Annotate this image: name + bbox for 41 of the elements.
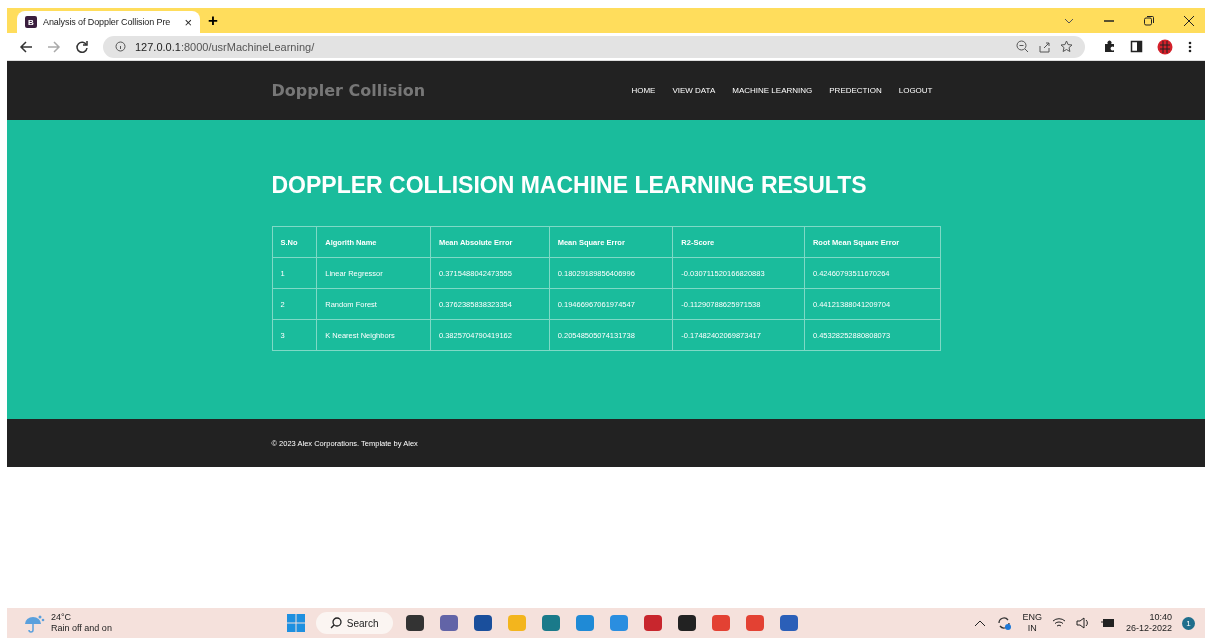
nav-link[interactable]: LOGOUT bbox=[898, 86, 933, 95]
url-text: 127.0.0.1:8000/usrMachineLearning/ bbox=[135, 40, 315, 53]
info-icon bbox=[115, 41, 126, 52]
notification-badge[interactable]: 1 bbox=[1182, 616, 1195, 630]
puzzle-icon[interactable] bbox=[1103, 40, 1116, 53]
browser-tab[interactable]: B Analysis of Doppler Collision Pre × bbox=[17, 11, 200, 33]
address-bar[interactable]: 127.0.0.1:8000/usrMachineLearning/ bbox=[103, 35, 1085, 58]
new-tab-button[interactable]: + bbox=[208, 10, 218, 31]
close-icon[interactable] bbox=[1183, 14, 1195, 27]
favicon: B bbox=[25, 16, 37, 28]
nav-link[interactable]: VIEW DATA bbox=[672, 86, 716, 95]
search-icon bbox=[329, 617, 342, 629]
region-text[interactable]: IN bbox=[1027, 623, 1037, 634]
clock-time[interactable]: 10:40 bbox=[1149, 612, 1172, 623]
close-tab-button[interactable]: × bbox=[184, 14, 192, 30]
side-panel-icon[interactable] bbox=[1130, 40, 1143, 53]
more-icon[interactable] bbox=[1187, 39, 1193, 54]
page-heading: DOPPLER COLLISION MACHINE LEARNING RESULTS bbox=[271, 172, 868, 199]
battery-icon[interactable] bbox=[1099, 617, 1116, 629]
restore-icon[interactable] bbox=[1143, 14, 1155, 27]
taskbar-search[interactable]: Search bbox=[315, 612, 393, 634]
tab-title: Analysis of Doppler Collision Pre bbox=[43, 17, 172, 27]
wifi-icon[interactable] bbox=[1051, 617, 1066, 629]
profile-avatar-icon[interactable] bbox=[1157, 38, 1173, 55]
chevron-up-icon[interactable] bbox=[974, 618, 987, 628]
star-icon[interactable] bbox=[1060, 40, 1073, 53]
nav-link[interactable]: MACHINE LEARNING bbox=[732, 86, 813, 95]
share-icon[interactable] bbox=[1038, 40, 1051, 53]
sync-icon[interactable] bbox=[996, 615, 1013, 631]
back-icon[interactable] bbox=[19, 39, 33, 54]
weather-text: Rain off and on bbox=[51, 623, 112, 634]
windows-start-icon[interactable] bbox=[285, 613, 306, 633]
temperature-text: 24°C bbox=[51, 612, 73, 623]
nav-link[interactable]: PREDECTION bbox=[829, 86, 882, 95]
zoom-out-icon[interactable] bbox=[1016, 40, 1029, 53]
site-brand[interactable]: Doppler Collision bbox=[271, 81, 426, 100]
nav-link[interactable]: HOME bbox=[631, 86, 656, 95]
language-text[interactable]: ENG bbox=[1022, 612, 1042, 623]
speaker-icon[interactable] bbox=[1075, 617, 1090, 629]
clock-date[interactable]: 26-12-2022 bbox=[1125, 623, 1172, 634]
reload-icon[interactable] bbox=[75, 39, 89, 54]
